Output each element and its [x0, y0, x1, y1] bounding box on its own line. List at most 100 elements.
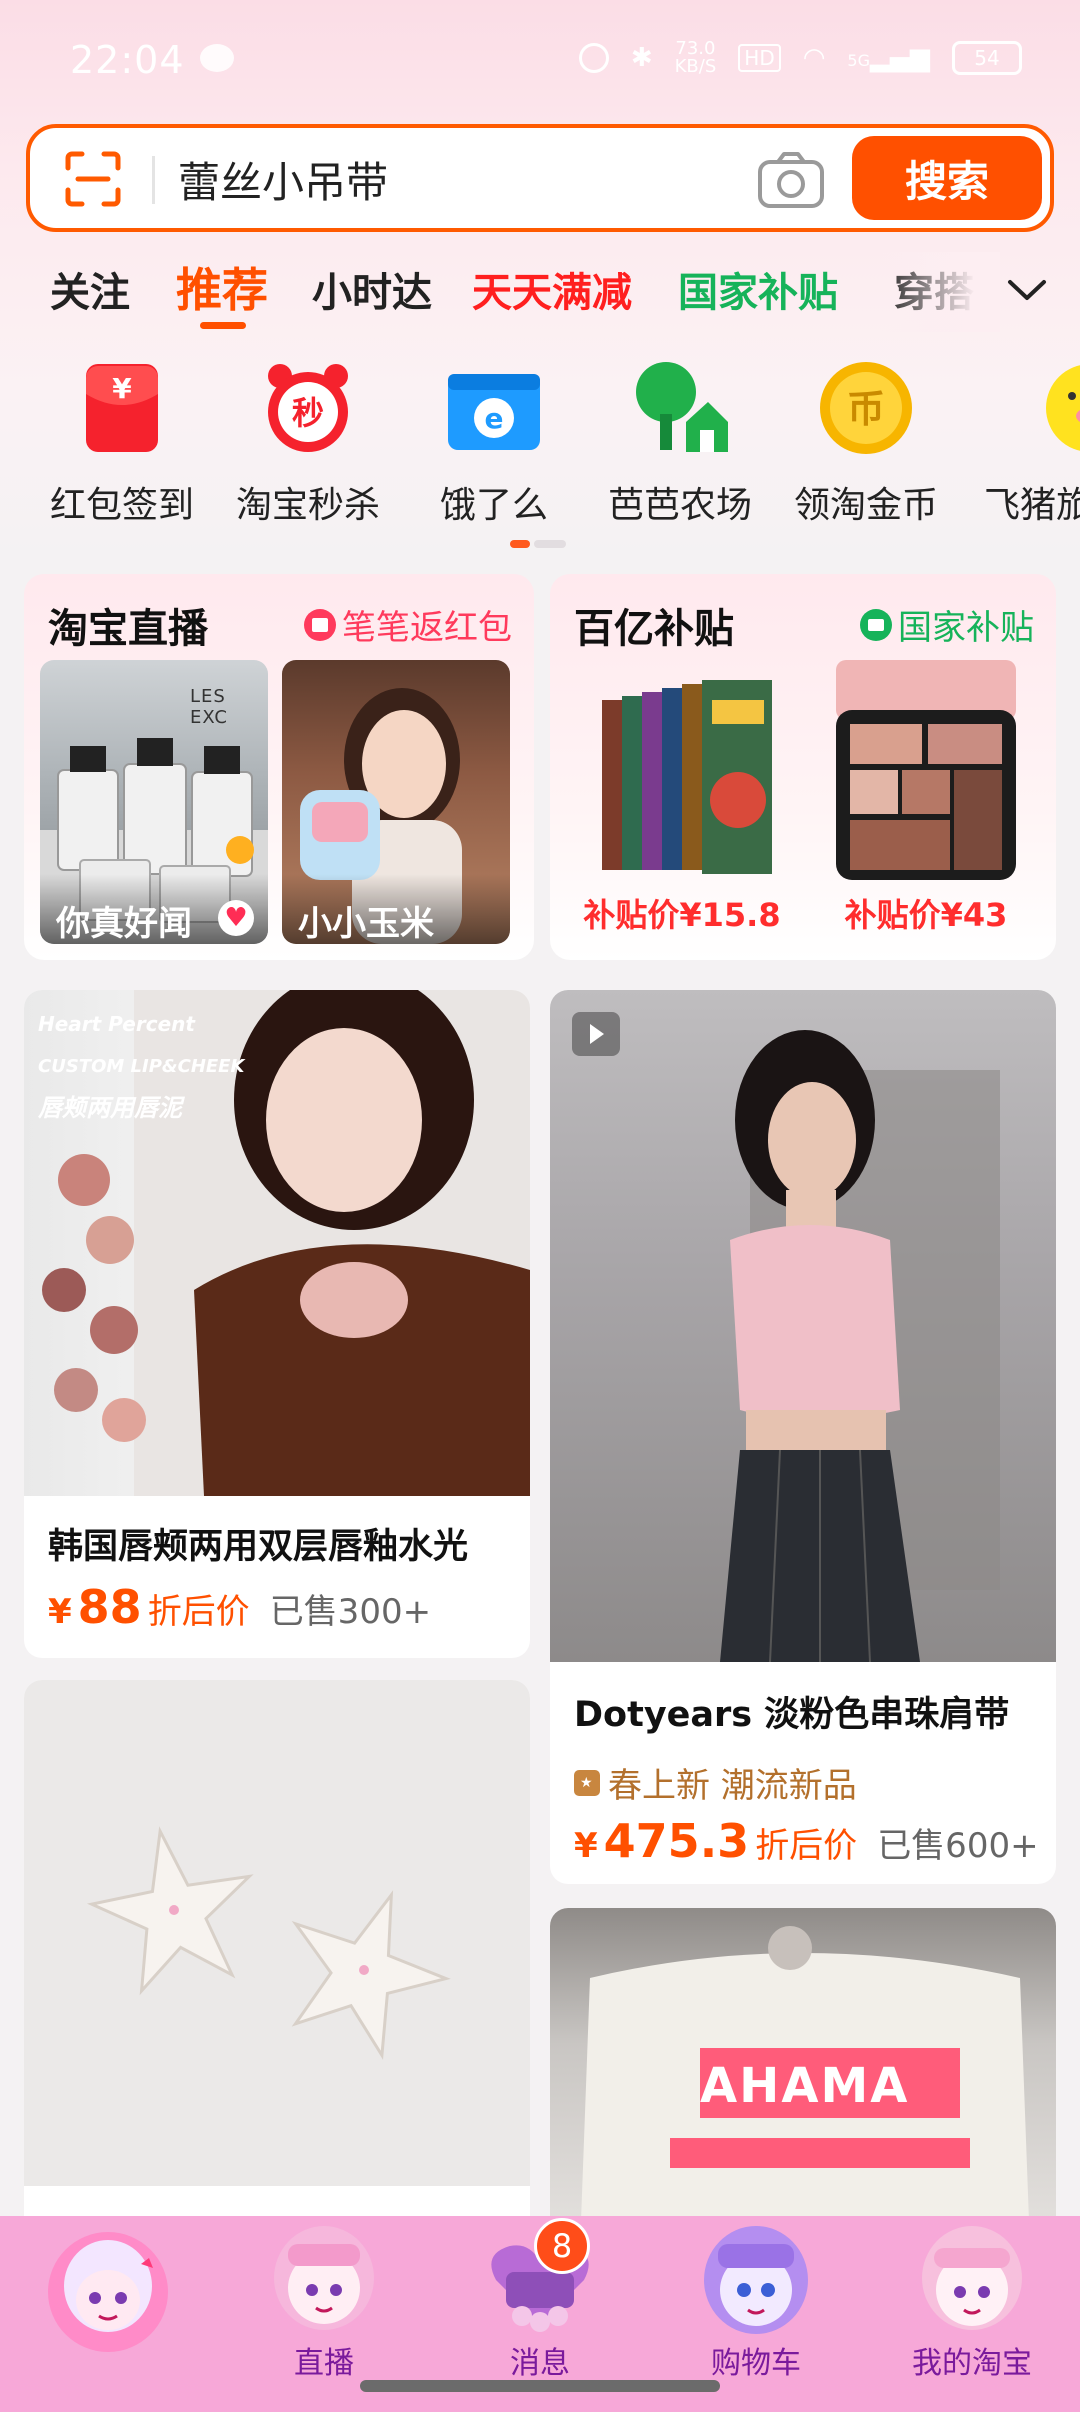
- camera-icon[interactable]: [756, 150, 826, 210]
- nav-label: 消息: [510, 2346, 570, 2381]
- svg-text:¥: ¥: [112, 372, 132, 405]
- brand-line: 唇颊两用唇泥: [38, 1094, 182, 1122]
- quick-label: 飞猪旅: [984, 485, 1080, 526]
- subsidy-item-eyeshadow[interactable]: 补贴价¥43: [816, 660, 1036, 950]
- quick-item-red-envelope[interactable]: ¥ 红包签到: [32, 358, 212, 528]
- network-speed: 73.0 KB/S: [674, 38, 717, 77]
- product-image-sweater: AHAMA: [550, 1908, 1056, 2248]
- gold-coin-icon: 币: [816, 358, 916, 458]
- status-bar: 22:04 ✱ 73.0 KB/S HD ◠ 5G▂▄▆ 54: [0, 0, 1080, 120]
- svg-text:e: e: [485, 402, 504, 435]
- red-envelope-icon: ¥: [72, 358, 172, 458]
- nav-cart[interactable]: 购物车: [676, 2224, 836, 2384]
- live-stream-name: 小小玉米: [282, 874, 510, 944]
- product-card-earrings[interactable]: [24, 1680, 530, 2240]
- product-tag: ★ 春上新 潮流新品: [574, 1758, 857, 1807]
- page-dot: [534, 540, 566, 548]
- quick-item-flash-sale[interactable]: 秒 淘宝秒杀: [218, 358, 398, 528]
- farm-tree-icon: [630, 358, 730, 458]
- quick-item-fliggy[interactable]: 飞猪旅: [960, 358, 1080, 528]
- product-image-earrings: [24, 1680, 530, 2186]
- brand-line: CUSTOM LIP&CHEEK: [38, 1056, 245, 1077]
- tab-recommend[interactable]: 推荐: [176, 254, 268, 320]
- nav-my-taobao[interactable]: 我的淘宝: [892, 2224, 1052, 2384]
- alarm-clock-icon: 秒: [258, 358, 358, 458]
- quick-access-row: ¥ 红包签到 秒 淘宝秒杀 e 饿了么 芭芭农场 币 领淘金币 飞猪旅: [0, 358, 1080, 528]
- subsidy-item-books[interactable]: 补贴价¥15.8: [572, 660, 792, 950]
- search-button[interactable]: 搜索: [852, 136, 1042, 220]
- home-face-icon: [43, 2224, 173, 2354]
- house-icon: [860, 608, 892, 641]
- nav-label: 购物车: [711, 2346, 801, 2381]
- search-input[interactable]: [178, 146, 738, 212]
- live-stream-card[interactable]: 淘宝直播 笔笔返红包 LES EXC 你真好闻 ♥ 小小玉米: [24, 574, 534, 960]
- product-image-lip: Heart Percent CUSTOM LIP&CHEEK 唇颊两用唇泥: [24, 990, 530, 1496]
- nav-home[interactable]: [28, 2224, 188, 2384]
- sweater-print-text: AHAMA: [700, 2058, 910, 2114]
- quick-item-gold-coin[interactable]: 币 领淘金币: [776, 358, 956, 528]
- nav-messages[interactable]: 8 消息: [460, 2218, 620, 2384]
- subsidy-price: 补贴价¥15.8: [583, 896, 781, 934]
- page-indicator: [510, 540, 570, 548]
- product-card-lip[interactable]: Heart Percent CUSTOM LIP&CHEEK 唇颊两用唇泥 韩国…: [24, 990, 530, 1658]
- nav-label: 我的淘宝: [912, 2346, 1032, 2381]
- live-thumb-host[interactable]: 小小玉米: [282, 660, 510, 944]
- hd-icon: HD: [738, 44, 781, 72]
- message-badge: 8: [534, 2218, 590, 2274]
- bluetooth-icon: ✱: [630, 43, 653, 73]
- scan-icon[interactable]: [64, 150, 122, 208]
- cart-face-icon: [698, 2224, 814, 2340]
- search-divider: [152, 156, 155, 204]
- heart-icon: ♥: [218, 900, 254, 936]
- tab-hour-delivery[interactable]: 小时达: [312, 260, 432, 318]
- chat-notification-icon: [200, 44, 234, 72]
- nav-label: 直播: [294, 2346, 354, 2381]
- quick-item-eleme[interactable]: e 饿了么: [404, 358, 584, 528]
- tab-follow[interactable]: 关注: [50, 260, 130, 318]
- wifi-icon: ◠: [802, 43, 826, 73]
- profile-face-icon: [914, 2224, 1030, 2340]
- quick-label: 饿了么: [439, 485, 548, 526]
- status-icons: ✱ 73.0 KB/S HD ◠ 5G▂▄▆ 54: [578, 38, 1022, 77]
- eleme-icon: e: [444, 358, 544, 458]
- eyeshadow-palette-image: [836, 660, 1016, 880]
- product-title: Dotyears 淡粉色串珠肩带: [574, 1695, 1010, 1735]
- subsidy-card[interactable]: 百亿补贴 国家补贴 补贴价¥15.8 补贴价¥43: [550, 574, 1056, 960]
- svg-text:秒: 秒: [292, 394, 324, 432]
- chevron-down-icon[interactable]: [1004, 270, 1050, 310]
- quick-label: 红包签到: [49, 485, 194, 526]
- tab-fade: [880, 252, 1000, 332]
- subsidy-price: 补贴价¥43: [844, 896, 1008, 934]
- tab-daily-discount[interactable]: 天天满减: [472, 260, 632, 318]
- red-packet-icon: [304, 608, 336, 641]
- quick-item-farm[interactable]: 芭芭农场: [590, 358, 770, 528]
- page-dot-active: [510, 540, 530, 548]
- product-image-top: [550, 990, 1056, 1662]
- brand-line: Heart Percent: [38, 1012, 195, 1036]
- status-time: 22:04: [70, 38, 185, 82]
- video-play-icon: [572, 1012, 620, 1056]
- product-card-top[interactable]: Dotyears 淡粉色串珠肩带 ★ 春上新 潮流新品 ¥ 475.3 折后价 …: [550, 990, 1056, 1884]
- new-arrival-icon: ★: [574, 1769, 600, 1796]
- quick-label: 淘宝秒杀: [235, 485, 380, 526]
- nav-live[interactable]: 直播: [244, 2224, 404, 2384]
- live-thumb-perfume[interactable]: LES EXC 你真好闻 ♥: [40, 660, 268, 944]
- quick-label: 芭芭农场: [607, 485, 752, 526]
- tab-national-subsidy[interactable]: 国家补贴: [678, 260, 838, 318]
- product-title: 韩国唇颊两用双层唇釉水光: [48, 1527, 469, 1567]
- live-card-tag: 笔笔返红包: [304, 600, 512, 649]
- product-card-sweater[interactable]: AHAMA: [550, 1908, 1056, 2248]
- gesture-bar[interactable]: [360, 2380, 720, 2392]
- fliggy-pig-icon: [1000, 358, 1080, 458]
- search-bar[interactable]: 搜索: [26, 124, 1054, 232]
- subsidy-card-tag: 国家补贴: [860, 600, 1034, 649]
- svg-text:币: 币: [847, 387, 885, 431]
- signal-icon: 5G▂▄▆: [847, 43, 930, 73]
- live-card-title: 淘宝直播: [48, 606, 208, 652]
- book-set-image: [602, 680, 772, 874]
- active-tab-indicator: [200, 322, 246, 329]
- message-face-icon: 8: [482, 2218, 598, 2340]
- battery-icon: 54: [952, 41, 1022, 75]
- live-face-icon: [266, 2224, 382, 2340]
- subsidy-card-title: 百亿补贴: [574, 606, 734, 652]
